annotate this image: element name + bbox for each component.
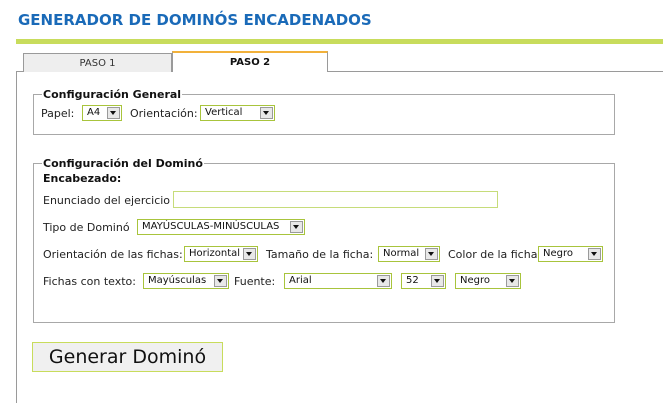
chevron-down-icon [431,275,444,287]
font-color-select[interactable]: Negro [455,273,521,289]
domino-settings-legend: Configuración del Dominó [43,157,203,170]
tile-color-select-value: Negro [543,248,573,259]
chevron-down-icon [107,107,120,119]
chevron-down-icon [243,248,256,260]
tile-color-label: Color de la ficha [448,248,538,261]
statement-input[interactable] [173,191,498,208]
tile-size-select[interactable]: Normal [378,246,440,262]
font-select-value: Arial [289,275,312,286]
domino-type-label: Tipo de Dominó [43,221,130,234]
domino-type-select-value: MAYÚSCULAS-MINÚSCULAS [142,221,280,232]
font-size-select-value: 52 [406,275,419,286]
tab-paso-2[interactable]: PASO 2 [172,51,328,71]
active-tab-connector [173,70,327,73]
tile-color-select[interactable]: Negro [538,246,603,262]
chevron-down-icon [260,107,273,119]
chevron-down-icon [290,221,303,233]
generate-domino-button[interactable]: Generar Dominó [32,342,223,372]
domino-type-select[interactable]: MAYÚSCULAS-MINÚSCULAS [137,219,305,235]
orientation-label: Orientación: [130,107,198,120]
page-title: GENERADOR DE DOMINÓS ENCADENADOS [18,11,372,29]
orientation-select-value: Vertical [205,107,243,118]
tab-paso-1[interactable]: PASO 1 [23,53,172,72]
general-settings-legend: Configuración General [43,88,182,101]
text-tiles-select-value: Mayúsculas [148,275,207,286]
font-label: Fuente: [234,275,276,288]
tile-orientation-select[interactable]: Horizontal [184,246,258,262]
orientation-select[interactable]: Vertical [200,105,275,121]
paper-select[interactable]: A4 [82,105,122,121]
paper-select-value: A4 [87,107,101,118]
header-section-label: Encabezado: [43,172,122,185]
tile-size-select-value: Normal [383,248,420,259]
chevron-down-icon [588,248,601,260]
font-size-select[interactable]: 52 [401,273,446,289]
tile-orientation-label: Orientación de las fichas: [43,248,183,261]
text-tiles-label: Fichas con texto: [43,275,136,288]
chevron-down-icon [377,275,390,287]
title-divider [16,39,663,44]
chevron-down-icon [214,275,227,287]
font-select[interactable]: Arial [284,273,392,289]
tile-size-label: Tamaño de la ficha: [266,248,374,261]
paper-label: Papel: [41,107,75,120]
chevron-down-icon [506,275,519,287]
tile-orientation-select-value: Horizontal [189,248,241,259]
font-color-select-value: Negro [460,275,490,286]
chevron-down-icon [425,248,438,260]
text-tiles-select[interactable]: Mayúsculas [143,273,229,289]
statement-label: Enunciado del ejercicio [43,194,171,207]
